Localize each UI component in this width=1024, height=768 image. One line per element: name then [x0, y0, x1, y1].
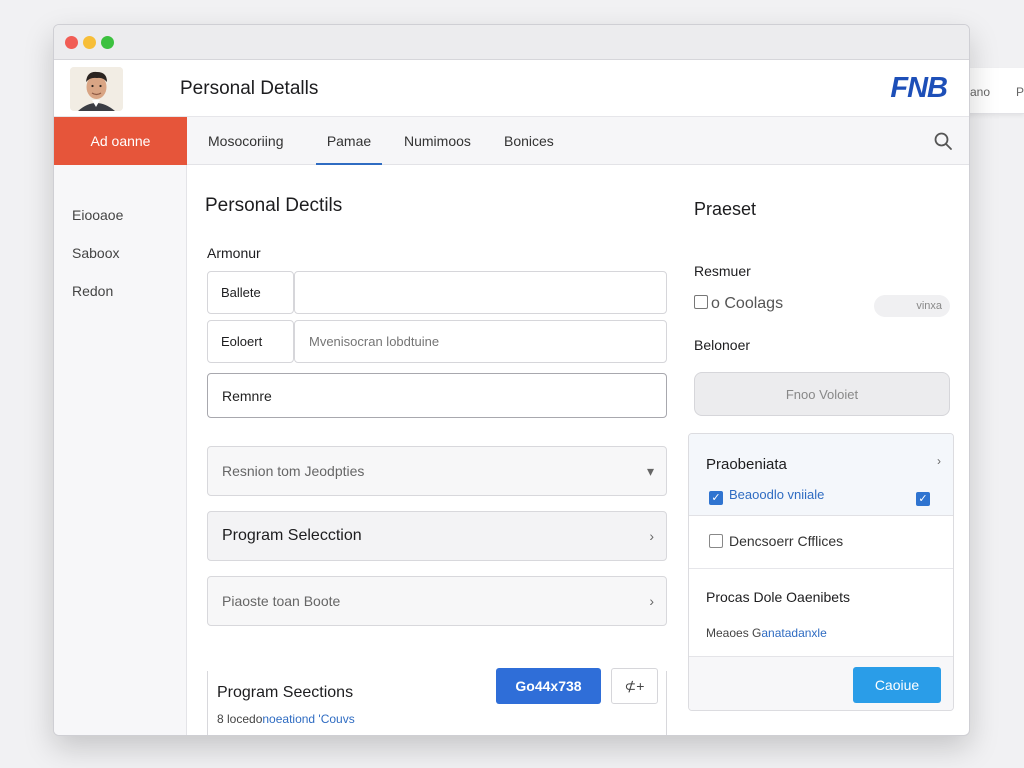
navigation-row[interactable]: Piaoste toan Boote ›: [207, 576, 667, 626]
top-nav: Ad oanne Mosocoriing Pamae Numimoos Boni…: [54, 117, 969, 165]
dropdown-select[interactable]: Resnion tom Jeodpties ▾: [207, 446, 667, 496]
secondary-button[interactable]: Fnoo Voloiet: [694, 372, 950, 416]
page-title: Personal Detalls: [180, 78, 319, 99]
zoom-window-button[interactable]: [101, 36, 114, 49]
text-input[interactable]: [207, 373, 667, 418]
section-title: Personal Dectils: [205, 195, 343, 216]
checkbox-checked[interactable]: ✓: [916, 487, 936, 506]
sidebar-item[interactable]: Eiooaoe: [72, 207, 123, 223]
tab-pamae[interactable]: Pamae: [316, 117, 382, 165]
sidebar-item[interactable]: Redon: [72, 283, 113, 299]
program-title: Program Seections: [217, 684, 354, 701]
panel-title: Praobeniata: [706, 456, 787, 473]
section-label: Armonur: [207, 245, 261, 261]
options-panel: Praobeniata › ✓ Beaoodlo vniiale ✓ Dencso…: [688, 433, 954, 711]
row-label: Piaoste toan Boote: [222, 593, 341, 609]
check-icon: ✓: [709, 491, 723, 505]
minimize-window-button[interactable]: [83, 36, 96, 49]
program-selection-row[interactable]: Program Selecction ›: [207, 511, 667, 561]
tab-numimoos[interactable]: Numimoos: [404, 117, 471, 165]
divider: [689, 568, 953, 569]
checkbox-unchecked[interactable]: Dencsoerr Cfflices: [709, 533, 843, 549]
fnb-logo: FNB: [890, 72, 948, 104]
checkbox-label: Coolags: [724, 295, 784, 312]
app-header: Personal Detalls FNB: [54, 60, 969, 117]
chevron-right-icon: ›: [649, 528, 654, 544]
field-label: Ballete: [207, 271, 294, 314]
panel-link[interactable]: anatadanxle: [761, 626, 826, 640]
field-input[interactable]: [294, 320, 667, 363]
main-form: Personal Dectils Armonur Ballete Eoloert…: [187, 165, 672, 735]
panel-footer: Caoiue: [689, 656, 953, 710]
checkbox-checked[interactable]: ✓ Beaoodlo vniiale: [709, 487, 824, 505]
program-link[interactable]: noeationd 'Couvs: [262, 712, 354, 726]
checkbox-prefix: o: [711, 295, 720, 312]
primary-button[interactable]: Go44x738: [496, 668, 601, 704]
close-window-button[interactable]: [65, 36, 78, 49]
search-icon[interactable]: [933, 131, 953, 151]
window-titlebar: [54, 25, 969, 60]
background-window-item: P: [1016, 85, 1024, 99]
checkbox-label: Dencsoerr Cfflices: [729, 533, 844, 549]
checkbox-icon: [709, 534, 723, 548]
chevron-down-icon: ▾: [646, 463, 654, 479]
program-link-prefix: 8 locedo: [217, 712, 263, 726]
right-panel: Praeset Resmuer o Coolags vinxa Belonoer…: [672, 165, 969, 735]
program-link-line: 8 locedonoeationd 'Couvs: [217, 712, 355, 726]
nav-brand-tab[interactable]: Ad oanne: [54, 117, 187, 165]
field-input[interactable]: [294, 271, 667, 314]
tab-bonices[interactable]: Bonices: [504, 117, 554, 165]
sidebar-item[interactable]: Saboox: [72, 245, 119, 261]
toggle-pill[interactable]: vinxa: [874, 295, 950, 317]
checkbox-icon: [694, 295, 708, 309]
panel-header: Praobeniata › ✓ Beaoodlo vniiale ✓: [689, 434, 953, 516]
chevron-right-icon[interactable]: ›: [937, 454, 941, 468]
field-label: Eoloert: [207, 320, 294, 363]
right-label: Resmuer: [694, 263, 751, 279]
right-label: Belonoer: [694, 337, 751, 353]
panel-link-line: Meaoes Ganatadanxle: [706, 626, 827, 640]
panel-subsection-title: Procas Dole Oaenibets: [706, 589, 850, 605]
tab-mosocoriing[interactable]: Mosocoriing: [208, 117, 283, 165]
row-label: Program Selecction: [222, 527, 362, 544]
sidebar: Eiooaoe Saboox Redon: [54, 165, 187, 735]
panel-link-prefix: Meaoes G: [706, 626, 762, 640]
app-window: Personal Detalls FNB Ad oanne Mosocoriin…: [53, 24, 970, 736]
avatar[interactable]: [70, 67, 123, 111]
checkbox-label: Beaoodlo vniiale: [729, 487, 825, 502]
check-icon: ✓: [916, 492, 930, 506]
dropdown-label: Resnion tom Jeodpties: [222, 463, 365, 479]
right-title: Praeset: [694, 199, 757, 219]
continue-button[interactable]: Caoiue: [853, 667, 941, 703]
add-icon[interactable]: ⊄+: [611, 668, 658, 704]
coolags-checkbox[interactable]: o Coolags: [694, 295, 783, 313]
chevron-right-icon: ›: [649, 593, 654, 609]
background-window-item: ano: [970, 85, 991, 99]
